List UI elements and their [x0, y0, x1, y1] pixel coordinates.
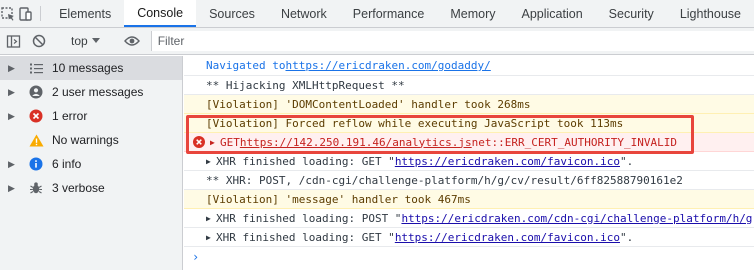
expand-arrow-icon[interactable]: ▶: [206, 214, 216, 223]
warning-icon: [24, 134, 48, 147]
nav-url-link[interactable]: https://ericdraken.com/godaddy/: [285, 59, 490, 72]
message-suffix: ".: [619, 230, 634, 244]
sidebar-item-label: 3 verbose: [52, 181, 105, 195]
console-message-xhr: ▶ XHR finished loading: GET " https://eri…: [184, 152, 754, 171]
sidebar-item-user-messages[interactable]: ▶ 2 user messages: [0, 80, 182, 104]
sidebar-toggle-icon[interactable]: [0, 28, 26, 55]
device-toolbar-icon[interactable]: [17, 0, 34, 27]
context-label: top: [71, 34, 88, 48]
expand-arrow-icon[interactable]: ▶: [8, 111, 18, 122]
tab-network[interactable]: Network: [268, 0, 340, 27]
message-text: [Violation] 'DOMContentLoaded' handler t…: [206, 97, 531, 111]
error-message: net::ERR_CERT_AUTHORITY_INVALID: [471, 135, 677, 149]
console-message-xhr: ▶ XHR finished loading: GET " https://eri…: [184, 228, 754, 247]
console-messages: Navigated to https://ericdraken.com/goda…: [184, 56, 754, 270]
info-icon: [24, 157, 48, 171]
console-message-error: ▶ GET https://142.250.191.46/analytics.j…: [184, 133, 754, 152]
sidebar-item-label: No warnings: [52, 133, 119, 147]
console-message-log: ** XHR: POST, /cdn-cgi/challenge-platfor…: [184, 171, 754, 190]
expand-arrow-icon[interactable]: ▶: [8, 183, 18, 194]
sidebar-item-label: 10 messages: [52, 61, 124, 75]
expand-arrow-icon[interactable]: ▶: [8, 63, 18, 74]
nav-prefix: Navigated to: [206, 59, 286, 72]
message-text: ** XHR: POST, /cdn-cgi/challenge-platfor…: [206, 173, 683, 187]
tab-lighthouse[interactable]: Lighthouse: [667, 0, 754, 27]
tab-elements[interactable]: Elements: [46, 0, 124, 27]
tab-divider: [39, 6, 41, 21]
expand-arrow-icon[interactable]: ▶: [206, 157, 216, 166]
xhr-url-link[interactable]: https://ericdraken.com/cdn-cgi/challenge…: [401, 212, 752, 225]
message-text: XHR finished loading: GET ": [216, 230, 395, 244]
console-message-xhr: ▶ XHR finished loading: POST " https://er…: [184, 209, 754, 228]
console-message-violation: [Violation] 'message' handler took 467ms: [184, 190, 754, 209]
sidebar-item-messages[interactable]: ▶ 10 messages: [0, 56, 182, 80]
expand-arrow-icon[interactable]: ▶: [8, 159, 18, 170]
message-text: XHR finished loading: GET ": [216, 154, 395, 168]
sidebar-item-label: 2 user messages: [52, 85, 144, 99]
message-suffix: ".: [619, 154, 634, 168]
tab-console[interactable]: Console: [124, 0, 197, 27]
chevron-down-icon: [91, 38, 100, 43]
console-prompt[interactable]: ›: [184, 247, 754, 266]
xhr-url-link[interactable]: https://ericdraken.com/favicon.ico: [395, 231, 620, 244]
devtools-tabbar: Elements Console Sources Network Perform…: [0, 0, 754, 28]
error-icon: [24, 109, 48, 123]
console-message-violation: [Violation] Forced reflow while executin…: [184, 114, 754, 133]
message-text: ** Hijacking XMLHttpRequest **: [206, 78, 405, 92]
tab-memory[interactable]: Memory: [437, 0, 508, 27]
console-message-navigated: Navigated to https://ericdraken.com/goda…: [184, 56, 754, 76]
message-text: [Violation] 'message' handler took 467ms: [206, 192, 471, 206]
console-sidebar: ▶ 10 messages ▶ 2 user messages ▶ 1 erro…: [0, 56, 183, 270]
console-message-log: ** Hijacking XMLHttpRequest **: [184, 76, 754, 95]
error-icon: [193, 136, 205, 148]
expand-arrow-icon[interactable]: ▶: [210, 138, 220, 147]
tab-performance[interactable]: Performance: [340, 0, 438, 27]
eye-icon[interactable]: [119, 28, 145, 55]
expand-arrow-icon[interactable]: ▶: [8, 87, 18, 98]
sidebar-item-verbose[interactable]: ▶ 3 verbose: [0, 176, 182, 200]
sidebar-item-label: 1 error: [52, 109, 88, 123]
sidebar-item-errors[interactable]: ▶ 1 error: [0, 104, 182, 128]
context-selector[interactable]: top: [65, 34, 106, 48]
clear-console-icon[interactable]: [26, 28, 52, 55]
filter-input[interactable]: Filter: [150, 31, 754, 51]
sidebar-item-warnings[interactable]: No warnings: [0, 128, 182, 152]
inspect-icon[interactable]: [0, 0, 17, 27]
expand-arrow-icon[interactable]: ▶: [206, 233, 216, 242]
error-url-link[interactable]: https://142.250.191.46/analytics.js: [240, 136, 472, 149]
console-message-violation: [Violation] 'DOMContentLoaded' handler t…: [184, 95, 754, 114]
user-icon: [24, 85, 48, 99]
error-method: GET: [220, 135, 240, 149]
tab-sources[interactable]: Sources: [196, 0, 268, 27]
tab-application[interactable]: Application: [509, 0, 596, 27]
message-text: [Violation] Forced reflow while executin…: [206, 116, 624, 130]
bug-icon: [24, 181, 48, 195]
xhr-url-link[interactable]: https://ericdraken.com/favicon.ico: [395, 155, 620, 168]
tab-security[interactable]: Security: [596, 0, 667, 27]
message-text: XHR finished loading: POST ": [216, 211, 402, 225]
sidebar-item-info[interactable]: ▶ 6 info: [0, 152, 182, 176]
console-toolbar: top Filter: [0, 28, 754, 55]
sidebar-item-label: 6 info: [52, 157, 82, 171]
list-icon: [24, 63, 48, 74]
